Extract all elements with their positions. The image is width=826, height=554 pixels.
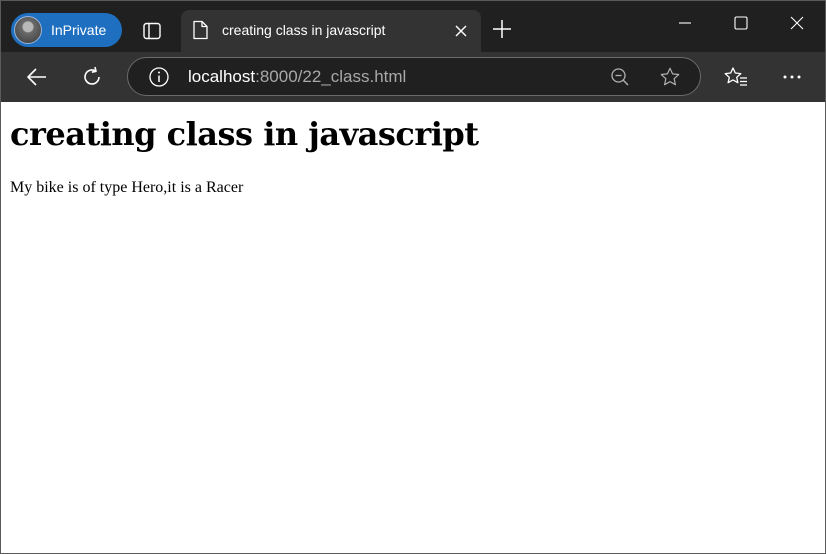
page-icon	[193, 20, 208, 40]
favorites-icon	[724, 67, 747, 86]
close-window-icon	[790, 16, 804, 30]
tab-title: creating class in javascript	[222, 22, 386, 38]
tab-actions-button[interactable]	[137, 16, 167, 46]
favorites-button[interactable]	[721, 62, 751, 92]
plus-icon[interactable]	[490, 17, 514, 41]
refresh-icon	[84, 66, 100, 85]
minimize-button[interactable]	[657, 1, 713, 45]
page-content: creating class in javascript My bike is …	[1, 103, 825, 553]
tab-strip: InPrivate creating class in javascript	[1, 1, 825, 52]
url-text[interactable]: localhost:8000/22_class.html	[188, 67, 406, 87]
toolbar: localhost:8000/22_class.html	[1, 52, 825, 102]
inprivate-label: InPrivate	[51, 22, 107, 38]
url-path: :8000/22_class.html	[255, 67, 407, 86]
browser-window: InPrivate creating class in javascript l…	[0, 0, 826, 554]
refresh-button[interactable]	[77, 62, 107, 92]
avatar	[14, 16, 42, 44]
close-window-button[interactable]	[769, 1, 825, 45]
address-bar[interactable]: localhost:8000/22_class.html	[127, 57, 701, 96]
info-icon[interactable]	[148, 66, 170, 88]
more-icon	[783, 75, 801, 79]
zoom-out-icon[interactable]	[610, 67, 630, 87]
close-icon[interactable]	[453, 23, 469, 39]
page-paragraph: My bike is of type Hero,it is a Racer	[10, 179, 244, 196]
minimize-icon	[679, 22, 691, 24]
page-title: creating class in javascript	[10, 115, 479, 153]
more-button[interactable]	[777, 62, 807, 92]
star-icon[interactable]	[659, 66, 681, 88]
maximize-icon	[734, 16, 748, 30]
back-arrow-icon	[27, 68, 46, 86]
url-host: localhost	[188, 67, 256, 86]
tab-actions-icon	[143, 22, 161, 40]
inprivate-button[interactable]: InPrivate	[11, 13, 122, 47]
maximize-button[interactable]	[713, 1, 769, 45]
back-button[interactable]	[22, 62, 52, 92]
tab-active[interactable]: creating class in javascript	[181, 10, 481, 52]
